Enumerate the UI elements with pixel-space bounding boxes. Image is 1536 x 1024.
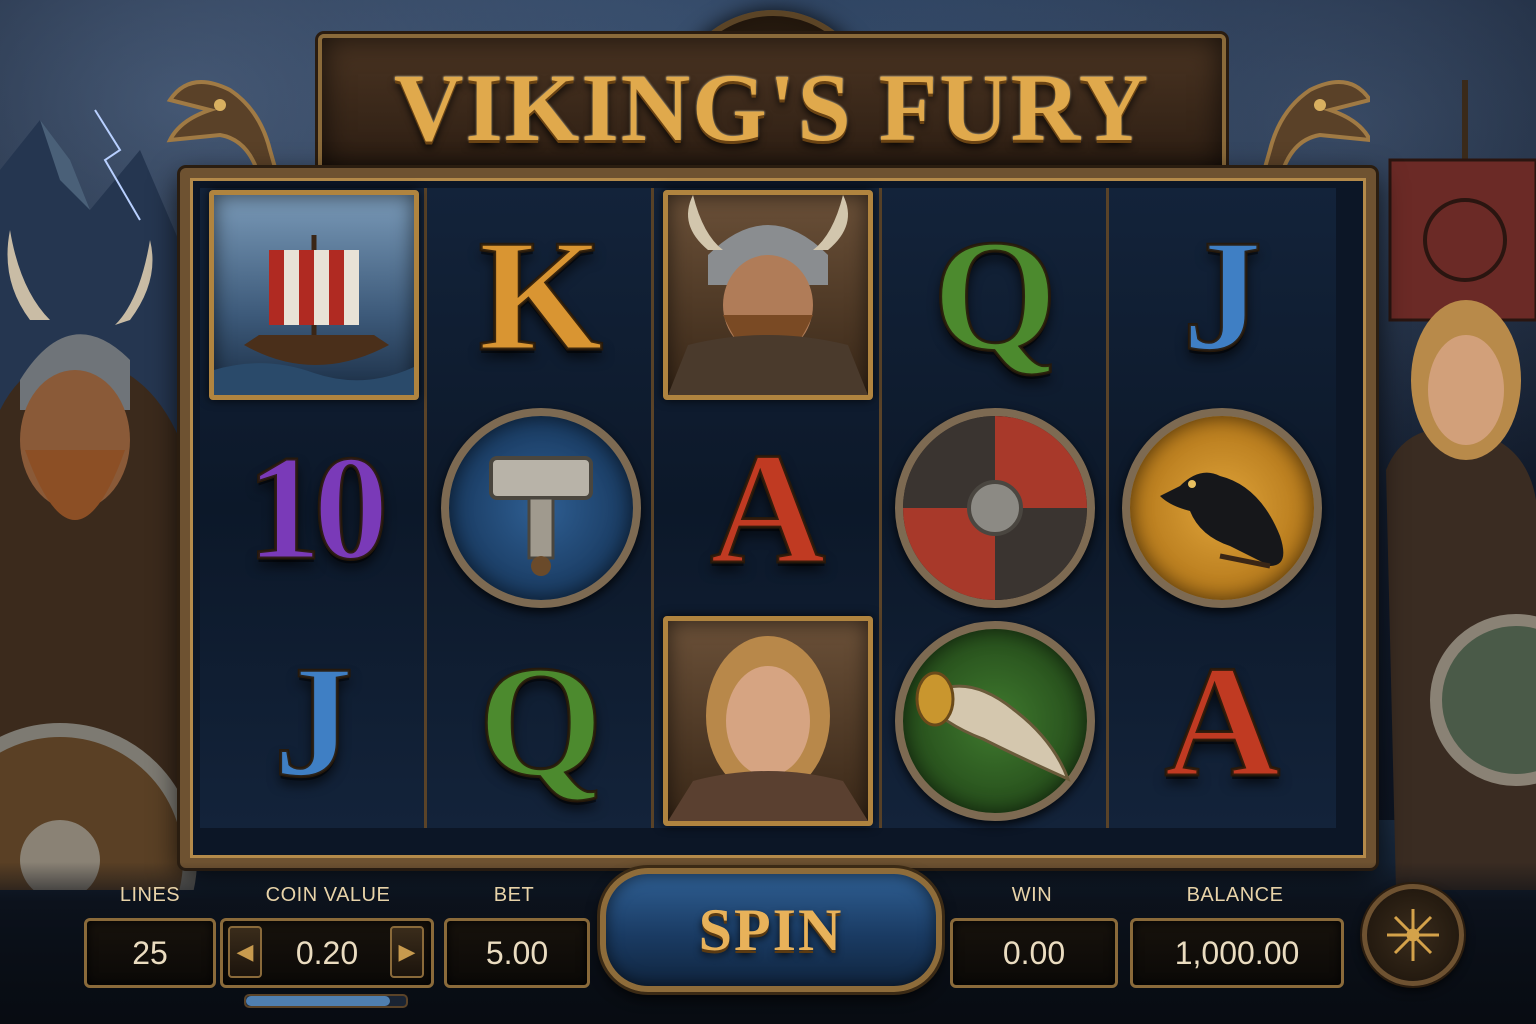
raven-icon [1160, 472, 1284, 568]
reel-5: J A [1108, 188, 1336, 828]
shieldmaiden-illustration [1386, 300, 1536, 890]
reel-2: K Q [427, 188, 655, 828]
symbol-10: 10 [200, 401, 427, 614]
hammer-icon [488, 455, 593, 576]
rune-menu-button[interactable] [1362, 884, 1464, 986]
lines-label: LINES [119, 884, 181, 906]
k-symbol: K [477, 205, 604, 384]
lines-display: 25 [84, 918, 216, 988]
spin-button[interactable]: SPIN [600, 868, 942, 992]
balance-display: 1,000.00 [1130, 918, 1344, 988]
bet-label: BET [493, 884, 535, 906]
q-symbol: Q [477, 631, 604, 810]
bet-display: 5.00 [444, 918, 590, 988]
title-plaque: VIKING'S FURY [318, 34, 1226, 172]
j-symbol: J [1181, 205, 1264, 384]
rune-compass-icon [1387, 909, 1439, 961]
symbol-longship [200, 188, 427, 401]
a-symbol: A [1163, 631, 1282, 810]
longship-icon [213, 234, 414, 395]
symbol-q: Q [427, 614, 654, 827]
balance-label: BALANCE [1186, 884, 1284, 906]
symbol-shield [882, 401, 1109, 614]
coin-decrease-button[interactable]: ◀ [228, 926, 262, 978]
j-symbol: J [272, 631, 355, 810]
win-label: WIN [1011, 884, 1053, 906]
game-title: VIKING'S FURY [393, 54, 1151, 161]
reel-1: 10 J [200, 188, 428, 828]
symbol-shieldmaiden [654, 614, 881, 827]
win-display: 0.00 [950, 918, 1118, 988]
reel-3: A [654, 188, 882, 828]
a-symbol: A [709, 418, 828, 597]
coin-increase-button[interactable]: ▶ [390, 926, 424, 978]
coin-value-label: COIN VALUE [265, 884, 391, 906]
reel-4: Q [881, 188, 1109, 828]
reels: 10 J K Q A Q J A [200, 188, 1336, 828]
ten-symbol: 10 [245, 424, 390, 591]
volume-slider-fill [246, 996, 390, 1006]
q-symbol: Q [931, 205, 1058, 384]
symbol-viking-warrior [654, 188, 881, 401]
symbol-k: K [427, 188, 654, 401]
round-shield-icon [903, 415, 1088, 600]
symbol-raven [1109, 401, 1336, 614]
shieldmaiden-icon [667, 635, 868, 821]
symbol-j: J [1109, 188, 1336, 401]
symbol-j: J [200, 614, 427, 827]
symbol-hammer [427, 401, 654, 614]
coin-value: 0.20 [295, 934, 359, 971]
symbol-a: A [1109, 614, 1336, 827]
volume-slider[interactable] [244, 994, 408, 1008]
symbol-a: A [654, 401, 881, 614]
drinking-horn-icon [915, 671, 1071, 782]
symbol-drinking-horn [882, 614, 1109, 827]
viking-warrior-illustration [0, 230, 200, 890]
viking-warrior-icon [667, 194, 868, 395]
symbol-q: Q [882, 188, 1109, 401]
